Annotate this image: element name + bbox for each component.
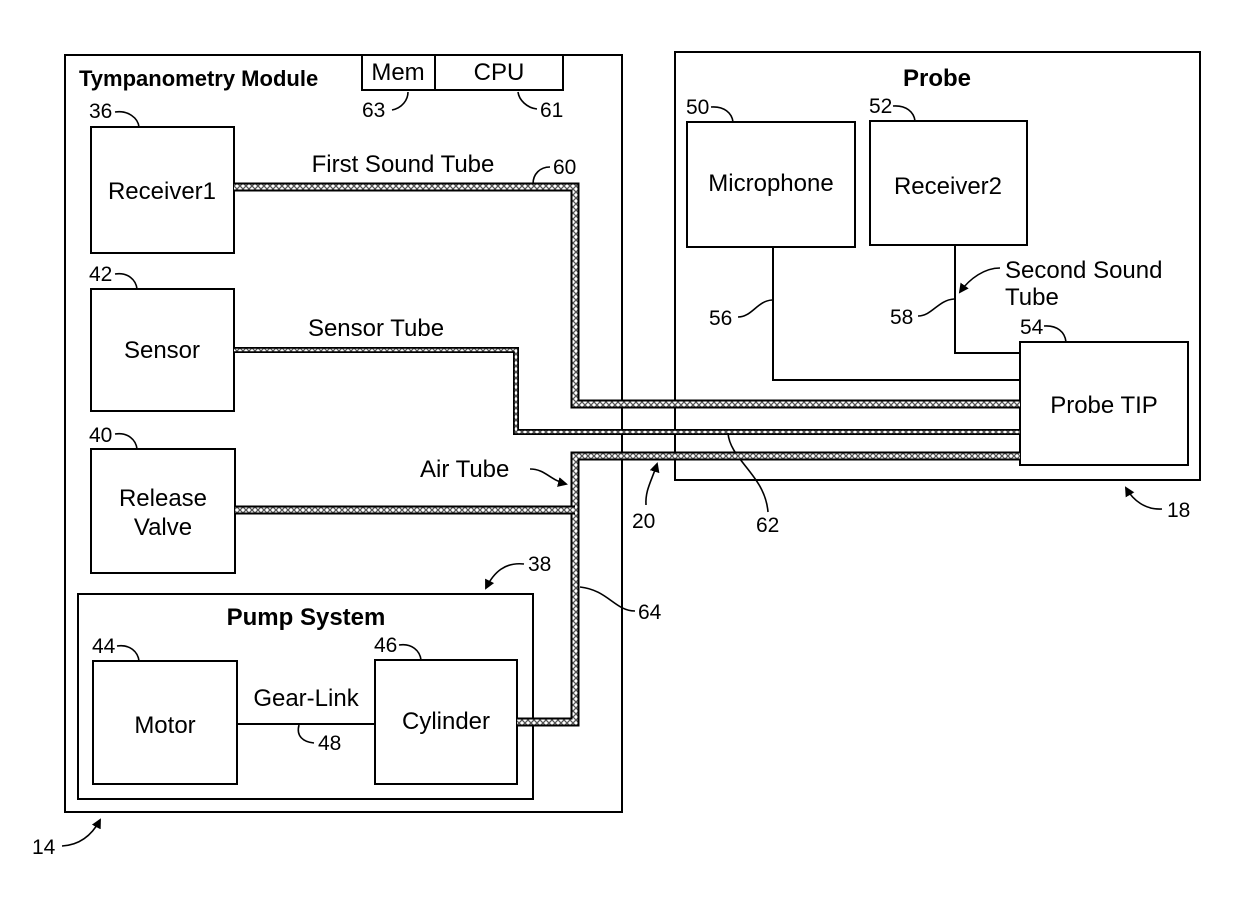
sensor-ref: 42	[89, 263, 112, 286]
cylinder-ref: 46	[374, 634, 397, 657]
module-ref: 14	[32, 836, 56, 859]
first-sound-tube-ref: 60	[553, 156, 576, 179]
cpu-ref: 61	[540, 99, 563, 122]
receiver1-label: Receiver1	[108, 178, 216, 205]
tube-bundle-ref: 20	[632, 510, 655, 533]
tympanometry-diagram: Tympanometry Module Mem CPU 63 61 Receiv…	[32, 51, 1201, 859]
cylinder-label: Cylinder	[402, 708, 490, 735]
probe-title: Probe	[903, 65, 971, 92]
motor-label: Motor	[134, 712, 195, 739]
probe-ref: 18	[1167, 499, 1190, 522]
receiver1-ref: 36	[89, 100, 112, 123]
air-tube-label: Air Tube	[420, 456, 509, 483]
gear-link-ref: 48	[318, 732, 341, 755]
probe-arrow	[1124, 486, 1163, 510]
second-sound-tube-label-line2: Tube	[1005, 284, 1059, 311]
first-sound-tube-label: First Sound Tube	[312, 151, 495, 178]
cpu-label: CPU	[474, 59, 525, 86]
probe-tip-ref: 54	[1020, 316, 1044, 339]
microphone-label: Microphone	[708, 170, 833, 197]
release-valve-label-line2: Valve	[134, 514, 192, 541]
second-sound-tube-label-line1: Second Sound	[1005, 257, 1162, 284]
gear-link-label: Gear-Link	[253, 685, 359, 712]
second-sound-tube-ref: 58	[890, 306, 913, 329]
module-title: Tympanometry Module	[79, 66, 318, 91]
mem-label: Mem	[371, 59, 424, 86]
receiver2-label: Receiver2	[894, 173, 1002, 200]
sensor-tube-ref: 62	[756, 514, 779, 537]
microphone-line-ref: 56	[709, 307, 732, 330]
sensor-label: Sensor	[124, 337, 200, 364]
receiver2-ref: 52	[869, 95, 892, 118]
motor-ref: 44	[92, 635, 116, 658]
tube-bundle-arrow	[645, 462, 660, 506]
release-valve-ref: 40	[89, 424, 112, 447]
mem-ref: 63	[362, 99, 385, 122]
pump-system-ref: 38	[528, 553, 551, 576]
pump-system-title: Pump System	[227, 604, 386, 631]
release-valve-label-line1: Release	[119, 485, 207, 512]
module-arrow	[61, 818, 101, 847]
sensor-tube-label: Sensor Tube	[308, 315, 444, 342]
probe-tip-label: Probe TIP	[1050, 392, 1158, 419]
microphone-ref: 50	[686, 96, 709, 119]
air-tube-ref: 64	[638, 601, 662, 624]
